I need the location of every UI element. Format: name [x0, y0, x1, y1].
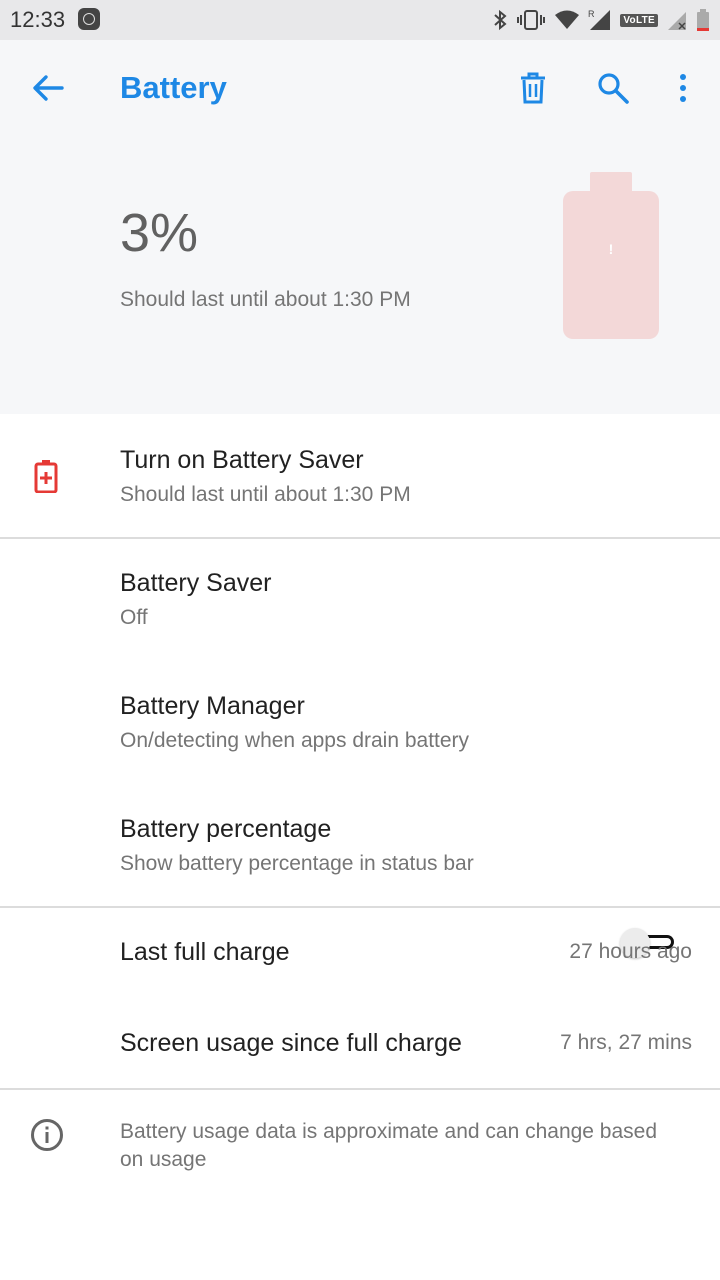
battery-graphic-cap — [590, 172, 632, 192]
vibrate-icon — [517, 10, 546, 30]
battery-saver-tip-title: Turn on Battery Saver — [120, 446, 364, 474]
battery-graphic: ! — [563, 191, 659, 339]
more-options-button[interactable] — [657, 62, 709, 114]
delete-button[interactable] — [507, 62, 559, 114]
last-full-charge-item[interactable]: Last full charge 27 hours ago — [0, 908, 720, 998]
battery-saver-tip[interactable]: Turn on Battery Saver Should last until … — [0, 414, 720, 538]
info-icon — [31, 1119, 63, 1151]
bluetooth-icon — [494, 9, 507, 31]
battery-manager-title: Battery Manager — [120, 692, 305, 720]
battery-low-icon — [697, 9, 709, 31]
search-icon — [598, 73, 629, 104]
battery-saver-tip-subtitle: Should last until about 1:30 PM — [120, 483, 411, 506]
wifi-icon — [555, 10, 580, 29]
divider — [0, 1088, 720, 1090]
roaming-indicator: R — [588, 9, 595, 19]
signal-no-sim-icon — [668, 12, 686, 30]
last-full-charge-value: 27 hours ago — [569, 940, 692, 963]
signal-icon: R — [588, 9, 611, 30]
screen-usage-value: 7 hrs, 27 mins — [560, 1031, 692, 1054]
battery-percent: 3% — [120, 203, 199, 263]
app-toolbar: Battery — [0, 40, 720, 136]
more-vert-icon — [680, 74, 686, 102]
page-title: Battery — [120, 70, 227, 105]
search-button[interactable] — [587, 62, 639, 114]
back-arrow-icon — [33, 75, 64, 101]
battery-manager-subtitle: On/detecting when apps drain battery — [120, 729, 470, 752]
status-time: 12:33 — [10, 7, 66, 32]
battery-saver-title: Battery Saver — [120, 569, 272, 597]
status-bar: 12:33 R VoLTE — [0, 0, 720, 40]
battery-alert-mark: ! — [608, 241, 614, 257]
usage-disclaimer: Battery usage data is approximate and ca… — [120, 1120, 658, 1171]
battery-percentage-subtitle: Show battery percentage in status bar — [120, 852, 474, 875]
battery-saver-icon — [34, 460, 58, 493]
screen-usage-item[interactable]: Screen usage since full charge 7 hrs, 27… — [0, 999, 720, 1087]
status-icons: R VoLTE — [492, 6, 710, 34]
back-button[interactable] — [22, 62, 74, 114]
screen-usage-title: Screen usage since full charge — [120, 1029, 462, 1057]
battery-percentage-item[interactable]: Battery percentage Show battery percenta… — [0, 785, 720, 906]
battery-manager-item[interactable]: Battery Manager On/detecting when apps d… — [0, 662, 720, 785]
delete-icon — [521, 72, 545, 104]
battery-remaining: Should last until about 1:30 PM — [120, 288, 411, 311]
volte-badge: VoLTE — [620, 13, 658, 27]
battery-saver-item[interactable]: Battery Saver Off — [0, 539, 720, 662]
last-full-charge-title: Last full charge — [120, 938, 290, 966]
battery-percentage-title: Battery percentage — [120, 815, 332, 843]
battery-summary: 3% Should last until about 1:30 PM ! — [0, 136, 720, 414]
battery-saver-status: Off — [120, 606, 148, 629]
notification-icon — [78, 8, 100, 30]
